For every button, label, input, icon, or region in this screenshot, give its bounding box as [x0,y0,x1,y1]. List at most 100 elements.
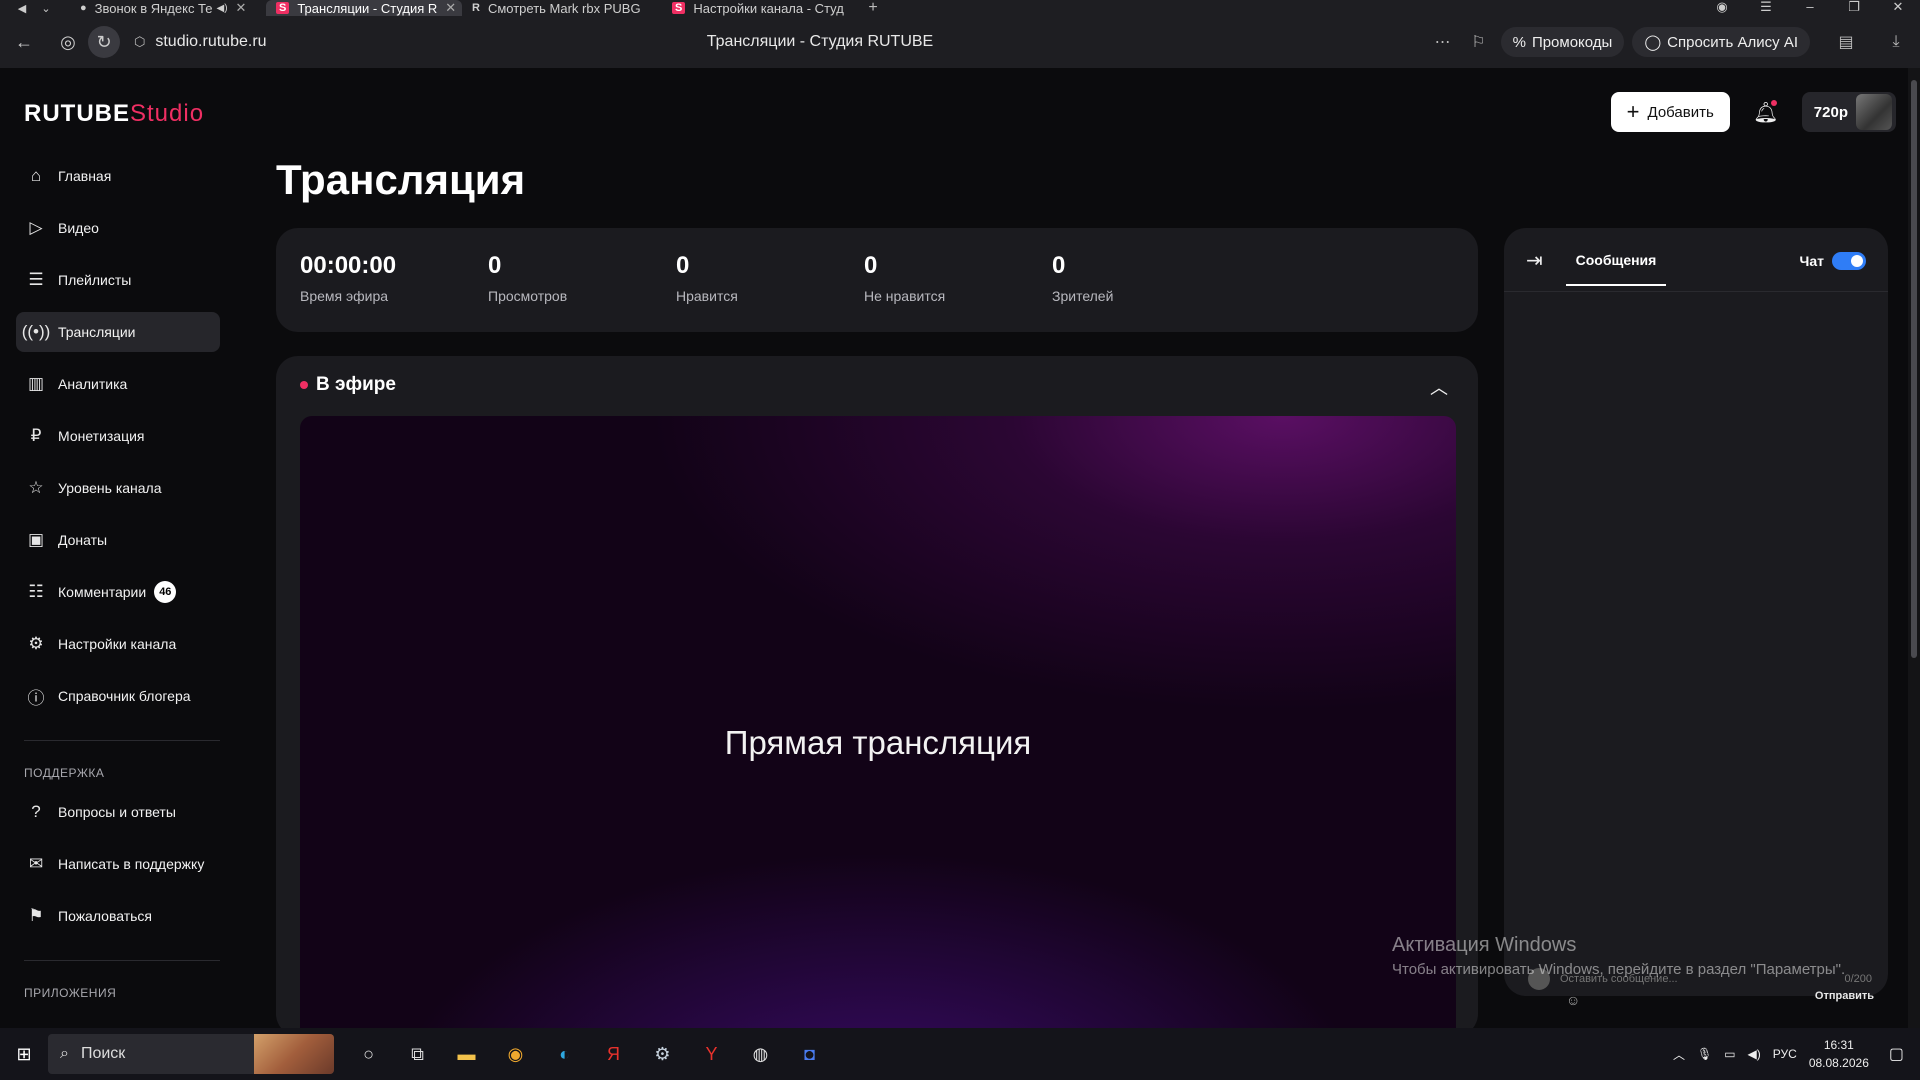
browser-tab-active[interactable]: S Трансляции - Студия R ✕ [266,0,462,16]
steam-icon[interactable]: ⚙ [638,1028,687,1080]
sidebar-item-label: Вопросы и ответы [58,804,176,820]
file-explorer-icon[interactable]: ▬ [442,1028,491,1080]
obs-icon[interactable]: ◍ [736,1028,785,1080]
close-icon[interactable]: ✕ [236,0,247,16]
windows-start-icon[interactable]: ⊞ [0,1028,48,1080]
sidebar-item-video[interactable]: ▷ Видео [16,208,220,248]
stream-player[interactable]: Прямая трансляция [300,416,1456,1028]
stat-value: 0 [1052,252,1066,279]
browser-tab-bar: ◀ ⌄ ● Звонок в Яндекс Те ◀) ✕ S Трансляц… [0,0,1920,16]
stat-value: 00:00:00 [300,252,397,279]
page-scrollbar[interactable] [1908,68,1920,1028]
chevron-up-icon[interactable]: ︿ [1673,1046,1685,1063]
cortana-icon[interactable]: ○ [344,1028,393,1080]
notifications-center-icon[interactable]: ▢ [1889,1044,1904,1064]
live-card: В эфире ︿ Прямая трансляция [276,356,1478,1028]
sidebar-item-faq[interactable]: ? Вопросы и ответы [16,792,220,832]
audio-icon[interactable]: ◀ [8,0,36,16]
sidebar-divider [24,740,220,741]
yandex-icon[interactable]: Я [589,1028,638,1080]
bookmark-icon[interactable]: ⚐ [1465,28,1493,56]
chat-toggle-label: Чат [1799,253,1824,269]
url-field[interactable]: ⬡ studio.rutube.ru [134,33,267,51]
browser-tab[interactable]: R Смотреть Mark rbx PUBG [462,0,662,16]
stat-value: 0 [488,252,502,279]
sidebar-item-channel-settings[interactable]: ⚙ Настройки канала [16,624,220,664]
browser-tab[interactable]: ● Звонок в Яндекс Те ◀) ✕ [70,0,266,16]
minimize-button[interactable]: – [1788,0,1832,16]
promo-button[interactable]: % Промокоды [1500,27,1625,57]
chat-toggle[interactable]: Чат [1800,252,1866,270]
tab-messages[interactable]: Сообщения [1566,252,1666,286]
close-window-button[interactable]: ✕ [1876,0,1920,16]
sidebar-item-playlists[interactable]: ☰ Плейлисты [16,260,220,300]
restore-button[interactable]: ❐ [1832,0,1876,16]
tab-favicon: ● [80,2,87,14]
chrome-icon[interactable]: ◉ [491,1028,540,1080]
stat-value: 0 [864,252,878,279]
taskbar-search[interactable]: ⌕ Поиск [48,1034,334,1074]
sidebar-item-comments[interactable]: ☷ Комментарии 46 [16,572,220,612]
app-icon[interactable]: ◘ [785,1028,834,1080]
more-icon[interactable]: ⋯ [1429,28,1457,56]
chevron-up-icon[interactable]: ︿ [1430,374,1448,400]
sidebar-item-report[interactable]: ⚑ Пожаловаться [16,896,220,936]
task-view-icon[interactable]: ⧉ [393,1028,442,1080]
reload-button[interactable]: ↻ [88,26,120,58]
shield-icon[interactable]: ◎ [52,26,84,58]
sidebar-item-channel-level[interactable]: ☆ Уровень канала [16,468,220,508]
sidebar-item-label: Монетизация [58,428,145,444]
volume-icon[interactable]: ◀) [1748,1047,1761,1061]
profile-menu[interactable]: 720p [1801,92,1896,132]
close-icon[interactable]: ✕ [445,0,456,16]
sidebar-item-contact-support[interactable]: ✉ Написать в поддержку [16,844,220,884]
tab-list-icon[interactable]: ⌄ [36,0,56,16]
chat-switch[interactable] [1832,252,1866,270]
sidebar-item-blogger-guide[interactable]: ⓘ Справочник блогера [16,676,220,716]
emoji-icon[interactable]: ☺ [1566,992,1580,1008]
promo-label: Промокоды [1531,33,1613,51]
stat-value: 0 [676,252,690,279]
edge-icon[interactable]: ◐ [540,1028,589,1080]
stat-label: Просмотров [488,288,568,304]
collapse-panel-icon[interactable]: ⇥ [1526,248,1543,273]
speaker-icon[interactable]: ◀) [217,3,228,14]
add-button[interactable]: + Добавить [1610,92,1730,132]
scrollbar-thumb[interactable] [1911,80,1917,658]
ruble-icon: ₽ [30,426,42,445]
sidebar-item-label: Плейлисты [58,272,132,288]
download-icon[interactable]: ⤓ [1882,28,1910,56]
sidebar-item-monetization[interactable]: ₽ Монетизация [16,416,220,456]
language-indicator[interactable]: РУС [1773,1047,1797,1061]
yandex-browser-icon[interactable]: Y [687,1028,736,1080]
browser-tab[interactable]: S Настройки канала - Студ [662,0,862,16]
alice-button[interactable]: ◯ Спросить Алису AI [1632,27,1810,57]
sidebar-item-analytics[interactable]: ▥ Аналитика [16,364,220,404]
sidebar-item-broadcasts[interactable]: ((•)) Трансляции [16,312,220,352]
menu-icon[interactable]: ☰ [1744,0,1788,16]
comment-icon: ☷ [28,582,44,601]
profile-icon[interactable]: ◉ [1700,0,1744,16]
address-bar: ← ◎ ↻ ⬡ studio.rutube.ru Трансляции - Ст… [0,16,1920,68]
sidebar-item-label: Трансляции [58,324,136,340]
notifications-button[interactable]: 🔔︎ [1750,96,1782,128]
support-section-label: ПОДДЕРЖКА [24,766,105,780]
back-button[interactable]: ← [8,26,40,58]
sidebar-item-label: Аналитика [58,376,128,392]
sidebar-item-home[interactable]: ⌂ Главная [16,156,220,196]
stat-label: Зрителей [1052,288,1114,304]
microphone-icon[interactable]: 🎙︎ [1697,1047,1712,1061]
site-info-icon[interactable]: ⬡ [134,34,145,50]
window-controls: ◉ ☰ – ❐ ✕ [1700,0,1920,16]
stat-airtime: 00:00:00 Время эфира [300,252,396,304]
sidebar-item-donates[interactable]: ▣ Донаты [16,520,220,560]
collections-icon[interactable]: ▤ [1832,28,1860,56]
tab-favicon: S [672,2,686,14]
network-icon[interactable]: ▭ [1724,1047,1735,1061]
send-button[interactable]: Отправить [1815,990,1874,1002]
sidebar-item-label: Настройки канала [58,636,177,652]
rutube-studio-logo[interactable]: RUTUBEStudio [24,100,204,128]
new-tab-button[interactable]: + [862,0,884,16]
apps-section-label: ПРИЛОЖЕНИЯ [24,986,117,1000]
clock[interactable]: 16:31 08.08.2026 [1809,1036,1869,1072]
